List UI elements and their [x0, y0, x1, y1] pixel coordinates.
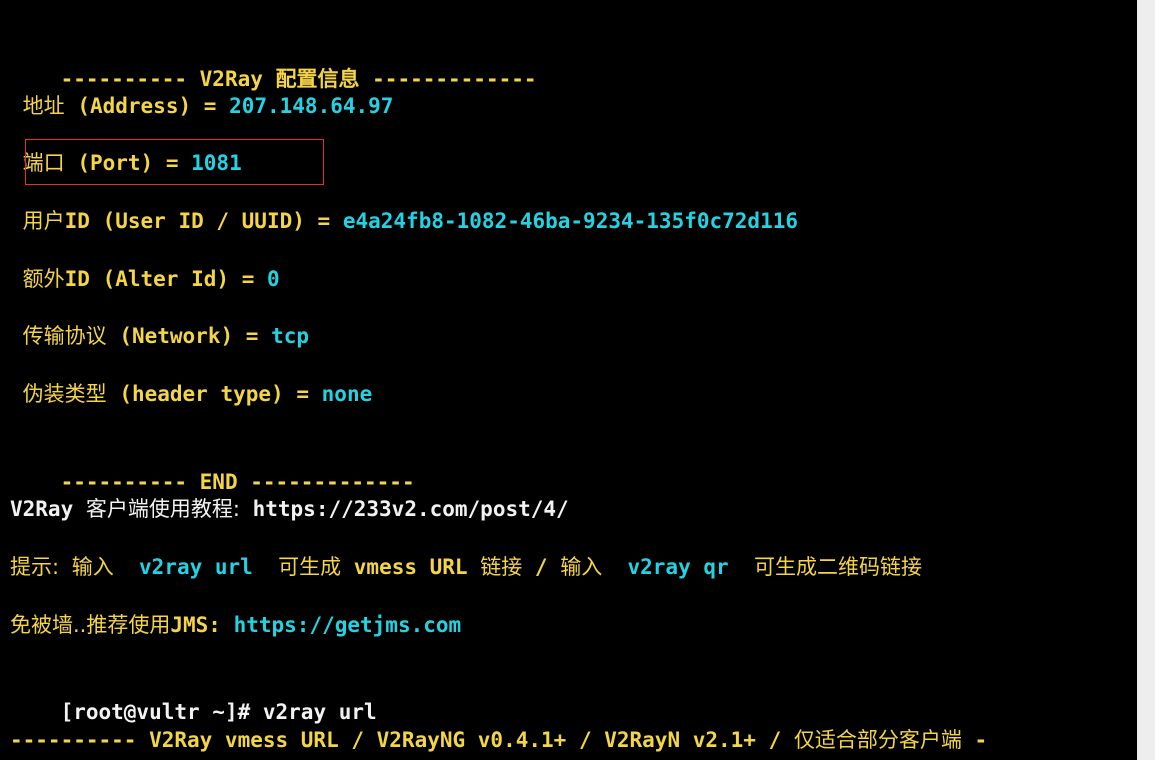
config-header-line: ---------- V2Ray 配置信息 ------------- [10, 34, 537, 91]
address-equals: = [203, 94, 217, 118]
user-id-equals: = [317, 209, 331, 233]
tip-desc1-cn2: 链接 [480, 555, 523, 579]
tip-label: 提示: [10, 555, 60, 579]
address-line: 地址 (Address) = 207.148.64.97 [10, 91, 394, 121]
user-id-value: e4a24fb8-1082-46ba-9234-135f0c72d116 [342, 209, 798, 233]
network-label-en: (Network) [119, 324, 234, 348]
url-header-line: ---------- V2Ray vmess URL / V2RayNG v0.… [10, 725, 987, 755]
url-header-text-cn: 仅适合部分客户端 [793, 728, 962, 752]
alter-id-label-en: ID (Alter Id) [64, 267, 230, 291]
tip-line: 提示: 输入 v2ray url 可生成 vmess URL 链接 / 输入 v… [10, 552, 922, 582]
network-line: 传输协议 (Network) = tcp [10, 321, 309, 351]
address-value: 207.148.64.97 [229, 94, 394, 118]
jms-line: 免被墙..推荐使用JMS: https://getjms.com [10, 610, 461, 640]
shell-prompt-line[interactable]: [root@vultr ~]# v2ray url [10, 667, 377, 724]
user-id-label-en: ID (User ID / UUID) [64, 209, 305, 233]
address-label-en: (Address) [77, 94, 192, 118]
header-type-value: none [321, 382, 373, 406]
header-type-label-en: (header type) [119, 382, 284, 406]
network-label-cn: 传输协议 [22, 324, 107, 348]
tutorial-text: 客户端使用教程: [85, 497, 240, 521]
config-header-text: ---------- V2Ray 配置信息 ------------- [60, 67, 537, 91]
tip-cmd2: v2ray qr [627, 555, 729, 579]
header-type-equals: = [296, 382, 309, 406]
shell-prompt-text: [root@vultr ~]# v2ray url [60, 700, 377, 724]
url-header-tail: - [961, 728, 988, 752]
jms-text-en: JMS: [170, 613, 221, 637]
alter-id-value: 0 [267, 267, 280, 291]
tip-input1: 输入 [71, 555, 114, 579]
tip-input2: 输入 [560, 555, 603, 579]
alter-id-equals: = [241, 267, 255, 291]
alter-id-label-cn: 额外 [22, 267, 65, 291]
tutorial-line: V2Ray 客户端使用教程: https://233v2.com/post/4/ [10, 494, 569, 524]
jms-text-cn: 免被墙..推荐使用 [10, 613, 171, 637]
network-equals: = [245, 324, 259, 348]
alter-id-line: 额外ID (Alter Id) = 0 [10, 264, 280, 294]
config-end-line: ---------- END ------------- [10, 437, 415, 494]
header-type-label-cn: 伪装类型 [22, 382, 107, 406]
tip-desc1-en: vmess URL [353, 555, 468, 579]
terminal-window[interactable]: ---------- V2Ray 配置信息 ------------- 地址 (… [0, 0, 1137, 760]
user-id-line: 用户ID (User ID / UUID) = e4a24fb8-1082-46… [10, 206, 798, 236]
header-type-line: 伪装类型 (header type) = none [10, 379, 373, 409]
tutorial-url[interactable]: https://233v2.com/post/4/ [253, 497, 569, 521]
tip-desc2: 可生成二维码链接 [753, 555, 922, 579]
tip-separator: / [534, 555, 548, 579]
address-label-cn: 地址 [22, 94, 65, 118]
port-highlight-box [25, 139, 324, 185]
config-end-text: ---------- END ------------- [60, 470, 415, 494]
jms-url[interactable]: https://getjms.com [234, 613, 462, 637]
user-id-label-cn: 用户 [22, 209, 65, 233]
tip-cmd1: v2ray url [139, 555, 253, 579]
scrollbar[interactable] [1137, 0, 1155, 760]
network-value: tcp [271, 324, 310, 348]
tip-desc1-cn: 可生成 [278, 555, 342, 579]
url-header-text: ---------- V2Ray vmess URL / V2RayNG v0.… [10, 728, 782, 752]
tutorial-prefix: V2Ray [10, 497, 74, 521]
